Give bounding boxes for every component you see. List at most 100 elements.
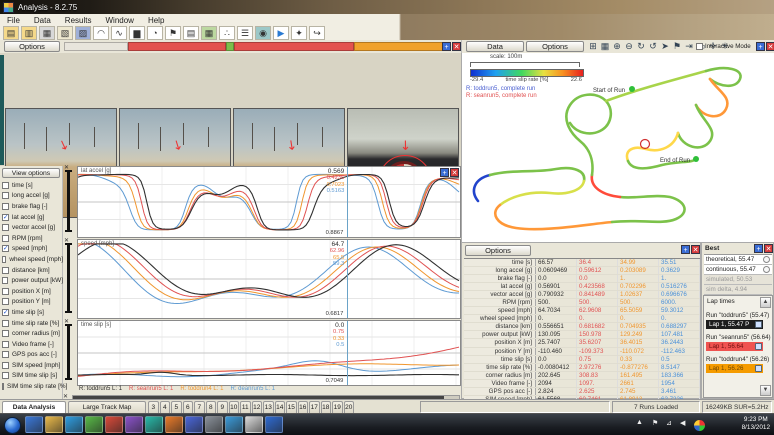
checkbox-icon[interactable] bbox=[2, 298, 9, 305]
lap-time-bar[interactable]: Lap 1, 56.26 bbox=[706, 364, 763, 373]
tab-lap-20[interactable]: 20 bbox=[344, 401, 355, 413]
finish-flag-icon[interactable]: ⚑ bbox=[165, 26, 181, 40]
timeline-segment-1[interactable] bbox=[64, 42, 128, 51]
view-option-position-y-m-[interactable]: position Y [m] bbox=[0, 297, 63, 308]
chart-cursor[interactable] bbox=[347, 167, 348, 237]
view-option-long-accel-g-[interactable]: long accel [g] bbox=[0, 191, 63, 202]
video-play-icon[interactable]: ▶ bbox=[273, 26, 289, 40]
results-list-icon[interactable]: ☰ bbox=[237, 26, 253, 40]
tab-lap-4[interactable]: 4 bbox=[160, 401, 171, 413]
chart-add-icon[interactable]: + bbox=[440, 168, 449, 177]
zoom-in-icon[interactable]: ⊕ bbox=[611, 40, 623, 52]
checkbox-icon[interactable] bbox=[2, 372, 9, 379]
pan-icon[interactable]: ➤ bbox=[659, 40, 671, 52]
report-icon[interactable]: ▤ bbox=[183, 26, 199, 40]
track-map[interactable]: Start of Run End of Run scale: 100m -29.… bbox=[461, 53, 774, 242]
view-option-rpm-rpm-[interactable]: RPM [rpm] bbox=[0, 233, 63, 244]
checkbox-icon[interactable] bbox=[2, 383, 4, 390]
tab-lap-13[interactable]: 13 bbox=[263, 401, 274, 413]
rotate-cw-icon[interactable]: ↻ bbox=[635, 40, 647, 52]
lap-bar-marker-icon[interactable] bbox=[755, 343, 762, 350]
action-center-icon[interactable]: ⚑ bbox=[652, 419, 658, 427]
chart-axis-gutter-1[interactable]: ✕ bbox=[63, 166, 76, 238]
flag-marker-icon[interactable]: ⚑ bbox=[671, 40, 683, 52]
view-option-time-s-[interactable]: time [s] bbox=[0, 180, 63, 191]
checkbox-icon[interactable] bbox=[2, 362, 9, 369]
best-row[interactable]: theoretical, 55.47 bbox=[704, 255, 772, 265]
timeline-segment-2[interactable] bbox=[128, 42, 226, 51]
table-options-button[interactable]: Options bbox=[465, 245, 531, 256]
checkbox-icon[interactable]: ✓ bbox=[2, 214, 9, 221]
view-option-video-frame-[interactable]: Video frame [-] bbox=[0, 339, 63, 350]
tray-expand-icon[interactable]: ▲ bbox=[636, 419, 643, 426]
best-radio-icon[interactable] bbox=[763, 266, 770, 273]
checkbox-icon[interactable] bbox=[2, 341, 9, 348]
tab-lap-19[interactable]: 19 bbox=[332, 401, 343, 413]
taskbar-app-8[interactable] bbox=[165, 416, 183, 433]
tab-lap-16[interactable]: 16 bbox=[298, 401, 309, 413]
checkbox-icon[interactable] bbox=[2, 224, 9, 231]
taskbar-app-2[interactable] bbox=[45, 416, 63, 433]
taskbar-clock[interactable]: 9:23 PM 8/13/2012 bbox=[742, 416, 770, 432]
view-option-sim-speed-mph-[interactable]: SIM speed [mph] bbox=[0, 360, 63, 371]
menu-results[interactable]: Results bbox=[58, 16, 99, 25]
tab-lap-17[interactable]: 17 bbox=[309, 401, 320, 413]
taskbar-app-9[interactable] bbox=[185, 416, 203, 433]
video-timeline-bar[interactable] bbox=[64, 42, 444, 51]
checkbox-icon[interactable] bbox=[2, 320, 9, 327]
view-options-button[interactable]: View options bbox=[2, 168, 60, 178]
best-row[interactable]: continuous, 55.47 bbox=[704, 265, 772, 275]
view-option-corner-radius-m-[interactable]: corner radius [m] bbox=[0, 328, 63, 339]
checkbox-icon[interactable] bbox=[2, 351, 9, 358]
chart-axis-gutter-3[interactable]: ✕ bbox=[63, 320, 76, 386]
table-add-icon[interactable]: + bbox=[681, 245, 690, 254]
taskbar-app-13[interactable] bbox=[265, 416, 283, 433]
fit-view-icon[interactable]: ▦ bbox=[599, 40, 611, 52]
tab-large-track-map[interactable]: Large Track Map bbox=[68, 401, 146, 413]
map-add-icon[interactable]: + bbox=[756, 42, 765, 51]
clipboard-icon[interactable]: ▧ bbox=[57, 26, 73, 40]
best-radio-icon[interactable] bbox=[763, 256, 770, 263]
tab-lap-14[interactable]: 14 bbox=[275, 401, 286, 413]
print-icon[interactable]: ▦ bbox=[39, 26, 55, 40]
taskbar-app-6[interactable] bbox=[125, 416, 143, 433]
tab-lap-8[interactable]: 8 bbox=[206, 401, 217, 413]
map-close-icon[interactable]: ✕ bbox=[766, 42, 774, 51]
timeline-segment-3[interactable] bbox=[226, 42, 234, 51]
view-option-speed-mph-[interactable]: ✓speed [mph] bbox=[0, 244, 63, 255]
view-option-time-slip-s-[interactable]: ✓time slip [s] bbox=[0, 307, 63, 318]
video-options-button[interactable]: Options bbox=[4, 41, 60, 52]
lap-timer-icon[interactable]: ◔ bbox=[147, 26, 163, 40]
map-tab-options[interactable]: Options bbox=[526, 41, 584, 52]
lap-time-bar[interactable]: Lap 1, 56.64 bbox=[706, 342, 763, 351]
view-option-brake-flag-[interactable]: brake flag [-] bbox=[0, 201, 63, 212]
tab-lap-5[interactable]: 5 bbox=[171, 401, 182, 413]
view-option-power-output-kw-[interactable]: power output [kW] bbox=[0, 275, 63, 286]
chart-close-icon[interactable]: ✕ bbox=[450, 168, 459, 177]
view-option-sim-time-slip-s-[interactable]: SIM time slip [s] bbox=[0, 371, 63, 382]
import-data-icon[interactable]: ▥ bbox=[21, 26, 37, 40]
chart-cursor[interactable] bbox=[347, 240, 348, 318]
checkbox-icon[interactable] bbox=[2, 288, 9, 295]
network-icon[interactable]: ⊿ bbox=[666, 419, 672, 427]
panel-close-icon[interactable]: ✕ bbox=[452, 42, 461, 51]
tab-lap-15[interactable]: 15 bbox=[286, 401, 297, 413]
interactive-mode-checkbox[interactable] bbox=[696, 43, 703, 50]
map-view-icon[interactable]: ▦ bbox=[201, 26, 217, 40]
tab-lap-7[interactable]: 7 bbox=[194, 401, 205, 413]
menu-window[interactable]: Window bbox=[98, 16, 140, 25]
tab-lap-6[interactable]: 6 bbox=[183, 401, 194, 413]
line-graph-icon[interactable]: ∿ bbox=[111, 26, 127, 40]
checkbox-icon[interactable] bbox=[2, 192, 9, 199]
view-option-gps-pos-acc-[interactable]: GPS pos acc [-] bbox=[0, 350, 63, 361]
view-option-position-x-m-[interactable]: position X [m] bbox=[0, 286, 63, 297]
view-option-wheel-speed-mph-[interactable]: wheel speed [mph] bbox=[0, 254, 63, 265]
zoom-window-icon[interactable]: ⊞ bbox=[587, 40, 599, 52]
taskbar-app-4[interactable] bbox=[85, 416, 103, 433]
panel-add-icon[interactable]: + bbox=[442, 42, 451, 51]
bar-chart-icon[interactable]: ▆ bbox=[129, 26, 145, 40]
save-image-icon[interactable]: ▨ bbox=[75, 26, 91, 40]
chart-axis-gutter-2[interactable]: ✕ bbox=[63, 239, 76, 319]
antivirus-icon[interactable] bbox=[694, 420, 705, 431]
start-button[interactable] bbox=[4, 417, 21, 434]
